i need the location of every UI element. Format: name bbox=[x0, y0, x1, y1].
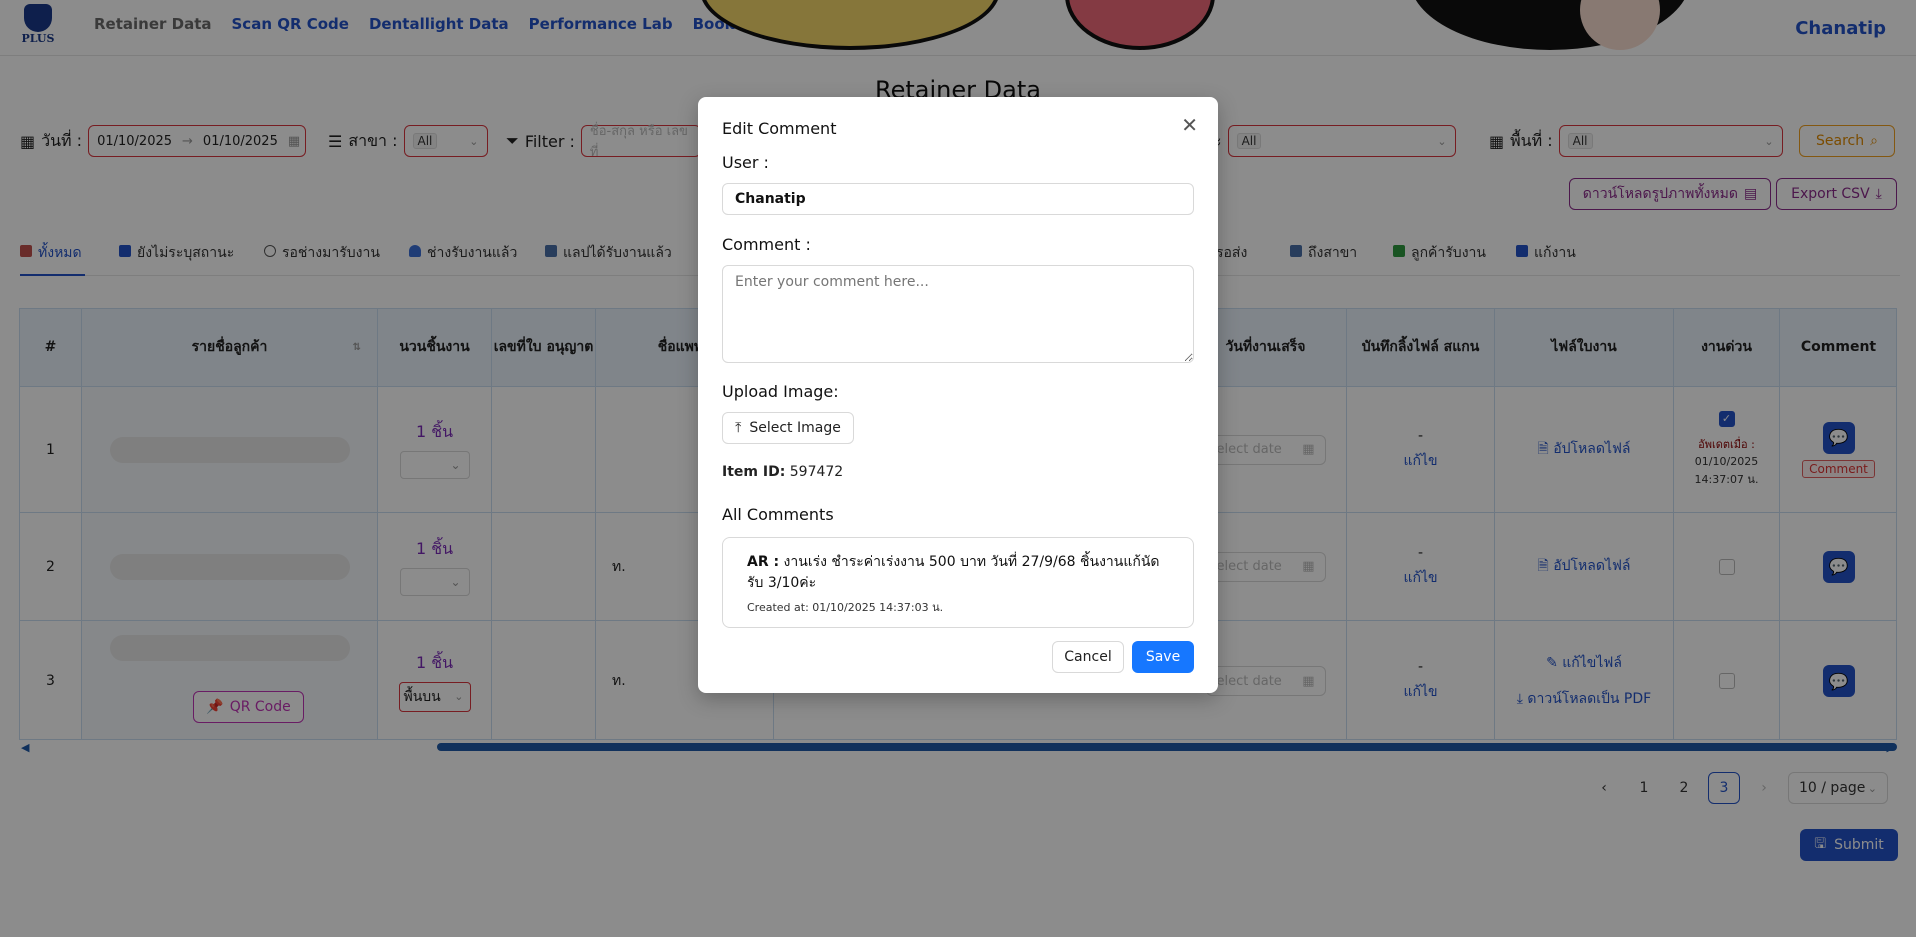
upload-icon: ⤒ bbox=[735, 420, 742, 436]
item-id-value: 597472 bbox=[789, 464, 844, 480]
select-image-label: Select Image bbox=[749, 420, 841, 436]
comment-created-at: Created at: 01/10/2025 14:37:03 น. bbox=[747, 601, 944, 614]
save-button[interactable]: Save bbox=[1132, 641, 1194, 673]
comment-label: Comment : bbox=[722, 235, 811, 254]
upload-image-label: Upload Image: bbox=[722, 382, 839, 401]
comment-body: งานเร่ง ชำระค่าเร่งงาน 500 บาท วันที่ 27… bbox=[747, 554, 1160, 591]
comment-card: AR : งานเร่ง ชำระค่าเร่งงาน 500 บาท วันท… bbox=[722, 537, 1194, 628]
comment-textarea[interactable] bbox=[722, 265, 1194, 363]
all-comments-label: All Comments bbox=[722, 505, 834, 524]
modal-title: Edit Comment bbox=[722, 119, 837, 138]
edit-comment-modal: Edit Comment ✕ User : Chanatip Comment :… bbox=[698, 97, 1218, 693]
select-image-button[interactable]: ⤒ Select Image bbox=[722, 412, 854, 444]
user-label: User : bbox=[722, 153, 769, 172]
close-icon[interactable]: ✕ bbox=[1181, 113, 1198, 137]
user-field[interactable]: Chanatip bbox=[722, 183, 1194, 215]
item-id: Item ID: 597472 bbox=[722, 464, 843, 480]
comment-author: AR : bbox=[747, 554, 780, 570]
item-id-label: Item ID: bbox=[722, 464, 786, 480]
cancel-button[interactable]: Cancel bbox=[1052, 641, 1124, 673]
comment-text: AR : งานเร่ง ชำระค่าเร่งงาน 500 บาท วันท… bbox=[747, 552, 1169, 594]
